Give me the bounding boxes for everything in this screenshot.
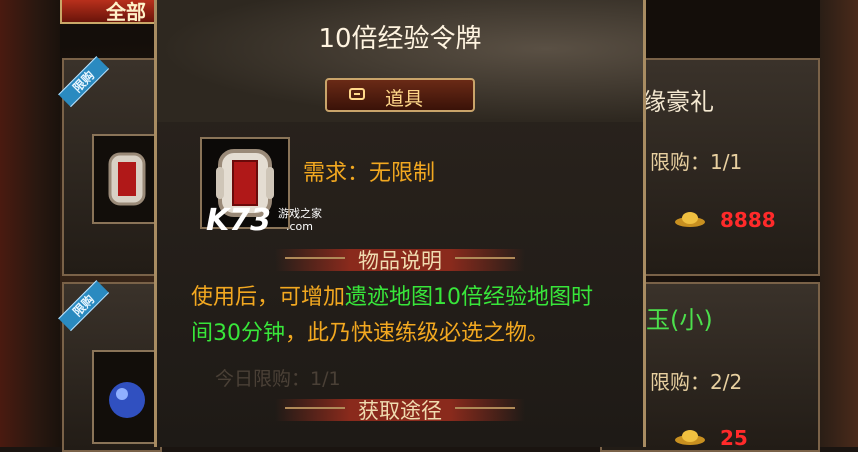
gold-ingot-icon bbox=[675, 212, 705, 227]
item-slot[interactable] bbox=[92, 350, 162, 444]
item-description: 使用后，可增加遗迹地图10倍经验地图时间30分钟，此乃快速练级必选之物。 bbox=[191, 285, 594, 346]
ten-times-token-icon bbox=[108, 152, 146, 206]
right-decor bbox=[820, 0, 858, 447]
watermark-domain: .com bbox=[286, 220, 313, 233]
gold-ingot-icon bbox=[675, 430, 705, 445]
limit-badge: 限购 bbox=[58, 56, 116, 114]
shop-card-left-top[interactable]: 限购 bbox=[58, 56, 162, 276]
item-slot[interactable] bbox=[92, 134, 162, 224]
price-value: 8888 bbox=[720, 208, 776, 232]
price-value: 25 bbox=[720, 426, 748, 450]
item-type-label: 道具 bbox=[385, 88, 424, 110]
item-name: 10倍经验令牌 bbox=[318, 24, 482, 54]
section-header-source: 获取途径 bbox=[215, 395, 585, 425]
limit-text: 限购：1/1 bbox=[650, 150, 743, 174]
watermark-sub: 游戏之家 bbox=[278, 207, 322, 220]
section-header-description: 物品说明 bbox=[215, 245, 585, 275]
item-type-plate: 道具 bbox=[325, 78, 475, 112]
spirit-jade-icon bbox=[109, 382, 145, 418]
limit-text: 限购：2/2 bbox=[650, 370, 743, 394]
left-decor bbox=[0, 0, 60, 447]
item-type-icon bbox=[349, 88, 365, 100]
requirement-text: 需求：无限制 bbox=[303, 161, 436, 186]
limit-badge: 限购 bbox=[58, 280, 116, 338]
card-title: 缘豪礼 bbox=[642, 88, 714, 116]
watermark-logo: K73 bbox=[206, 203, 271, 238]
tab-all[interactable]: 全部 bbox=[60, 0, 160, 24]
faded-limit-behind: 今日限购：1/1 bbox=[215, 368, 341, 390]
shop-card-left-bottom[interactable]: 限购 bbox=[58, 280, 162, 452]
